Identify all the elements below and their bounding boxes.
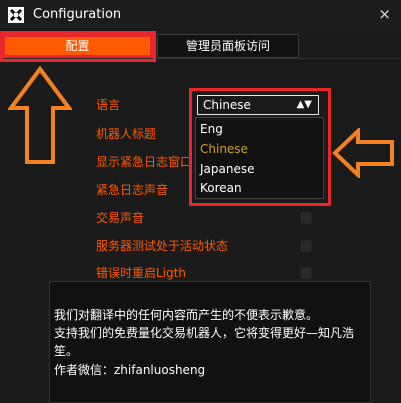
info-line-author-wechat: 作者微信：zhifanluosheng [54, 363, 206, 377]
language-option-eng[interactable]: Eng [200, 122, 223, 136]
language-dropdown: Eng Chinese Japanese Korean [195, 117, 324, 199]
language-select[interactable]: Chinese ▲▼ [197, 95, 319, 115]
window-title: Configuration [33, 7, 122, 22]
setting-language-label: 语言 [96, 98, 121, 112]
chevron-up-down-icon: ▲▼ [296, 99, 312, 110]
language-select-value: Chinese [203, 98, 251, 112]
setting-bot-title-label: 机器人标题 [96, 127, 157, 141]
restart-on-error-checkbox[interactable] [300, 267, 312, 279]
language-option-korean[interactable]: Korean [200, 181, 242, 195]
setting-emergency-log-sound-label: 紧急日志声音 [96, 183, 169, 197]
language-option-japanese[interactable]: Japanese [200, 162, 255, 176]
info-panel: 我们对翻译中的任何内容而产生的不便表示歉意。 支持我们的免费量化交易机器人，它将… [49, 281, 371, 403]
setting-trade-sound-label: 交易声音 [96, 211, 145, 225]
trade-sound-checkbox[interactable] [300, 212, 312, 224]
info-line-apology: 我们对翻译中的任何内容而产生的不便表示歉意。 [54, 308, 319, 322]
setting-restart-on-error-label: 错误时重启Ligth [96, 266, 186, 280]
app-logo-icon [8, 7, 24, 23]
title-bar: Configuration × [0, 0, 401, 30]
info-line-support-cont: 笙。 [54, 344, 79, 358]
tab-config[interactable]: 配置 [2, 34, 153, 58]
tab-divider [0, 58, 401, 59]
close-icon[interactable]: × [378, 5, 391, 23]
arrow-left-icon [332, 128, 394, 178]
server-test-active-checkbox[interactable] [300, 240, 312, 252]
setting-show-emergency-log-label: 显示紧急日志窗口 [96, 155, 193, 169]
tab-admin-panel-access[interactable]: 管理员面板访问 [157, 34, 299, 58]
info-line-support: 支持我们的免费量化交易机器人，它将变得更好—知凡浩 [54, 326, 355, 340]
language-option-chinese[interactable]: Chinese [200, 142, 248, 156]
arrow-up-icon [8, 66, 72, 164]
setting-server-test-active-label: 服务器测试处于活动状态 [96, 239, 229, 253]
